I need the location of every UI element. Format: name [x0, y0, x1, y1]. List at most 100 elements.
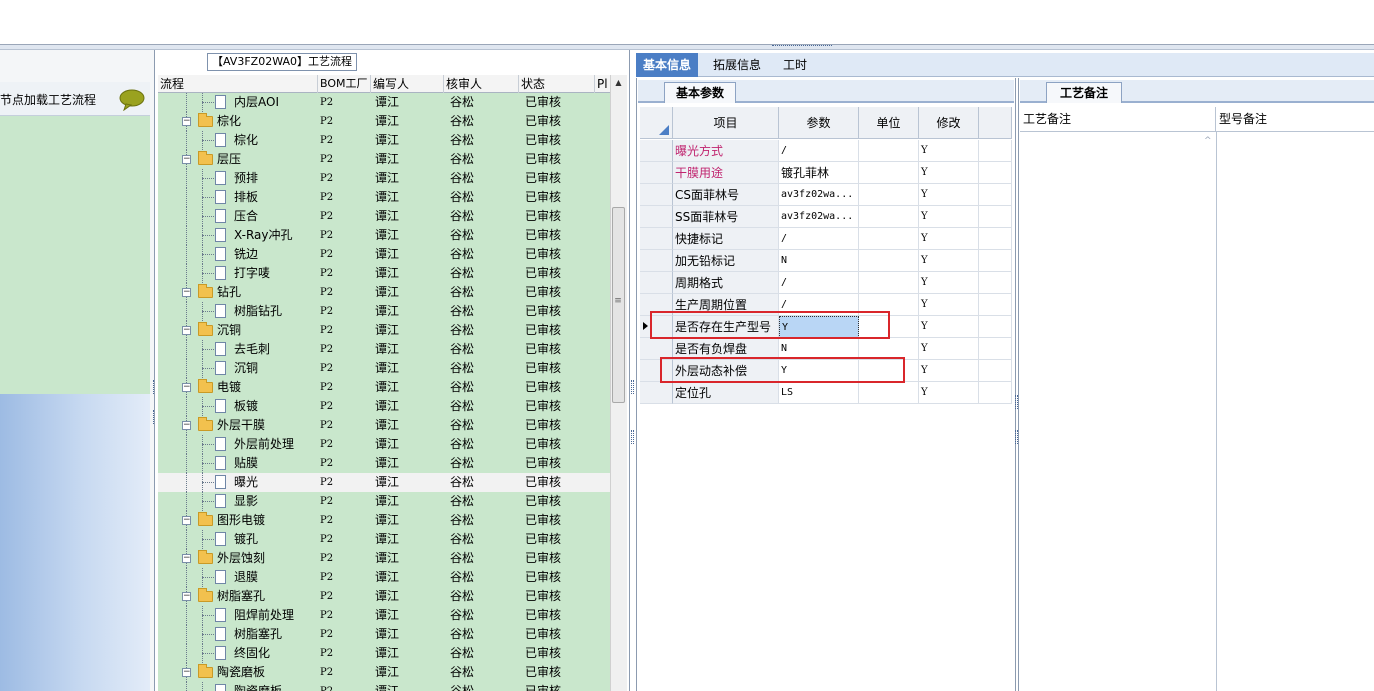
tree-folder-row[interactable]: − 层压 P2 谭江 谷松 已审核 [158, 150, 610, 169]
param-value[interactable]: av3fz02wa... [779, 206, 859, 228]
param-row[interactable]: 快捷标记 / Y [640, 228, 1012, 250]
tree-leaf-row[interactable]: 阻焊前处理 P2 谭江 谷松 已审核 [158, 606, 610, 625]
collapse-toggle-icon[interactable]: − [182, 155, 191, 164]
param-row[interactable]: 干膜用途 镀孔菲林 Y [640, 162, 1012, 184]
tree-leaf-row[interactable]: 预排 P2 谭江 谷松 已审核 [158, 169, 610, 188]
tree-leaf-row[interactable]: 板镀 P2 谭江 谷松 已审核 [158, 397, 610, 416]
collapse-toggle-icon[interactable]: − [182, 383, 191, 392]
tree-folder-row[interactable]: − 外层干膜 P2 谭江 谷松 已审核 [158, 416, 610, 435]
tree-node-status: 已审核 [525, 361, 562, 375]
collapse-toggle-icon[interactable]: − [182, 668, 191, 677]
param-value[interactable]: / [779, 228, 859, 250]
tree-leaf-row[interactable]: 内层AOI P2 谭江 谷松 已审核 [158, 93, 610, 112]
tree-leaf-row[interactable]: 贴膜 P2 谭江 谷松 已审核 [158, 454, 610, 473]
tree-folder-row[interactable]: − 电镀 P2 谭江 谷松 已审核 [158, 378, 610, 397]
param-edit[interactable]: Y [919, 360, 979, 382]
collapse-toggle-icon[interactable]: − [182, 326, 191, 335]
tree-leaf-row[interactable]: 去毛刺 P2 谭江 谷松 已审核 [158, 340, 610, 359]
remarks-header-process[interactable]: 工艺备注 [1020, 107, 1216, 132]
tree-node-reviewer: 谷松 [450, 285, 475, 299]
param-row[interactable]: 周期格式 / Y [640, 272, 1012, 294]
chevron-up-icon[interactable]: ^ [1204, 136, 1212, 146]
splitter-grip-icon[interactable] [772, 45, 832, 50]
param-item: SS面菲林号 [673, 206, 779, 228]
param-value[interactable]: / [779, 140, 859, 162]
param-row[interactable]: 定位孔 LS Y [640, 382, 1012, 404]
param-edit[interactable]: Y [919, 162, 979, 184]
collapse-toggle-icon[interactable]: − [182, 117, 191, 126]
tree-leaf-row[interactable]: 压合 P2 谭江 谷松 已审核 [158, 207, 610, 226]
tree-leaf-row[interactable]: 显影 P2 谭江 谷松 已审核 [158, 492, 610, 511]
tab-basic-params[interactable]: 基本参数 [664, 82, 736, 103]
tree-leaf-row[interactable]: 退膜 P2 谭江 谷松 已审核 [158, 568, 610, 587]
param-value[interactable]: LS [779, 382, 859, 404]
tree-leaf-row[interactable]: X-Ray冲孔 P2 谭江 谷松 已审核 [158, 226, 610, 245]
param-row[interactable]: 加无铅标记 N Y [640, 250, 1012, 272]
tree-folder-row[interactable]: − 棕化 P2 谭江 谷松 已审核 [158, 112, 610, 131]
tab-extended-info[interactable]: 拓展信息 [706, 53, 768, 77]
param-value[interactable]: 镀孔菲林 [779, 162, 859, 184]
tab-process-remarks[interactable]: 工艺备注 [1046, 82, 1122, 103]
tree-node-plant: P2 [320, 325, 334, 336]
tree-leaf-row[interactable]: 终固化 P2 谭江 谷松 已审核 [158, 644, 610, 663]
tree-folder-row[interactable]: − 图形电镀 P2 谭江 谷松 已审核 [158, 511, 610, 530]
param-edit[interactable]: Y [919, 140, 979, 162]
tree-folder-row[interactable]: − 树脂塞孔 P2 谭江 谷松 已审核 [158, 587, 610, 606]
grid-header-item[interactable]: 项目 [673, 107, 779, 139]
middle-splitter-grip-icon[interactable] [631, 430, 634, 444]
tree-folder-row[interactable]: − 沉铜 P2 谭江 谷松 已审核 [158, 321, 610, 340]
param-edit[interactable]: Y [919, 294, 979, 316]
param-value[interactable]: av3fz02wa... [779, 184, 859, 206]
tree-leaf-row[interactable]: 打字唛 P2 谭江 谷松 已审核 [158, 264, 610, 283]
param-edit[interactable]: Y [919, 316, 979, 338]
param-edit[interactable]: Y [919, 228, 979, 250]
col-header-pl[interactable]: Pl [595, 75, 610, 93]
middle-splitter-grip-icon[interactable] [631, 380, 634, 394]
grid-header-unit[interactable]: 单位 [859, 107, 919, 139]
collapse-toggle-icon[interactable]: − [182, 554, 191, 563]
col-header-flow[interactable]: 流程 [158, 75, 318, 93]
collapse-toggle-icon[interactable]: − [182, 288, 191, 297]
tree-node-writer: 谭江 [375, 285, 400, 299]
tree-leaf-row[interactable]: 陶瓷磨板 P2 谭江 谷松 已审核 [158, 682, 610, 691]
tree-leaf-row[interactable]: 铣边 P2 谭江 谷松 已审核 [158, 245, 610, 264]
tree-leaf-row[interactable]: 棕化 P2 谭江 谷松 已审核 [158, 131, 610, 150]
param-edit[interactable]: Y [919, 382, 979, 404]
col-header-writer[interactable]: 编写人 [371, 75, 444, 93]
col-header-bom-plant[interactable]: BOM工厂 [318, 75, 371, 93]
tree-folder-row[interactable]: − 陶瓷磨板 P2 谭江 谷松 已审核 [158, 663, 610, 682]
load-flow-node-label[interactable]: 节点加载工艺流程 [0, 91, 96, 108]
grid-header-param[interactable]: 参数 [779, 107, 859, 139]
param-row[interactable]: 曝光方式 / Y [640, 140, 1012, 162]
grid-header-edit[interactable]: 修改 [919, 107, 979, 139]
param-edit[interactable]: Y [919, 250, 979, 272]
tree-leaf-row[interactable]: 沉铜 P2 谭江 谷松 已审核 [158, 359, 610, 378]
tree-leaf-row[interactable]: 树脂钻孔 P2 谭江 谷松 已审核 [158, 302, 610, 321]
param-edit[interactable]: Y [919, 338, 979, 360]
tree-leaf-row[interactable]: 排板 P2 谭江 谷松 已审核 [158, 188, 610, 207]
param-edit[interactable]: Y [919, 184, 979, 206]
param-row[interactable]: CS面菲林号 av3fz02wa... Y [640, 184, 1012, 206]
tree-folder-row[interactable]: − 钻孔 P2 谭江 谷松 已审核 [158, 283, 610, 302]
remarks-header-model[interactable]: 型号备注 [1216, 107, 1374, 132]
scroll-up-arrow-icon[interactable]: ▲ [612, 78, 625, 90]
tab-basic-info[interactable]: 基本信息 [636, 53, 699, 77]
speech-bubble-icon[interactable] [119, 89, 145, 114]
collapse-toggle-icon[interactable]: − [182, 592, 191, 601]
param-edit[interactable]: Y [919, 272, 979, 294]
tab-work-hours[interactable]: 工时 [776, 53, 814, 77]
tree-leaf-row[interactable]: 外层前处理 P2 谭江 谷松 已审核 [158, 435, 610, 454]
col-header-reviewer[interactable]: 核审人 [444, 75, 519, 93]
collapse-toggle-icon[interactable]: − [182, 516, 191, 525]
param-value[interactable]: / [779, 272, 859, 294]
col-header-status[interactable]: 状态 [519, 75, 595, 93]
tree-leaf-row[interactable]: 曝光 P2 谭江 谷松 已审核 [158, 473, 610, 492]
tree-connector [186, 207, 187, 226]
tree-leaf-row[interactable]: 镀孔 P2 谭江 谷松 已审核 [158, 530, 610, 549]
tree-leaf-row[interactable]: 树脂塞孔 P2 谭江 谷松 已审核 [158, 625, 610, 644]
collapse-toggle-icon[interactable]: − [182, 421, 191, 430]
param-edit[interactable]: Y [919, 206, 979, 228]
param-value[interactable]: N [779, 250, 859, 272]
tree-folder-row[interactable]: − 外层蚀刻 P2 谭江 谷松 已审核 [158, 549, 610, 568]
param-row[interactable]: SS面菲林号 av3fz02wa... Y [640, 206, 1012, 228]
